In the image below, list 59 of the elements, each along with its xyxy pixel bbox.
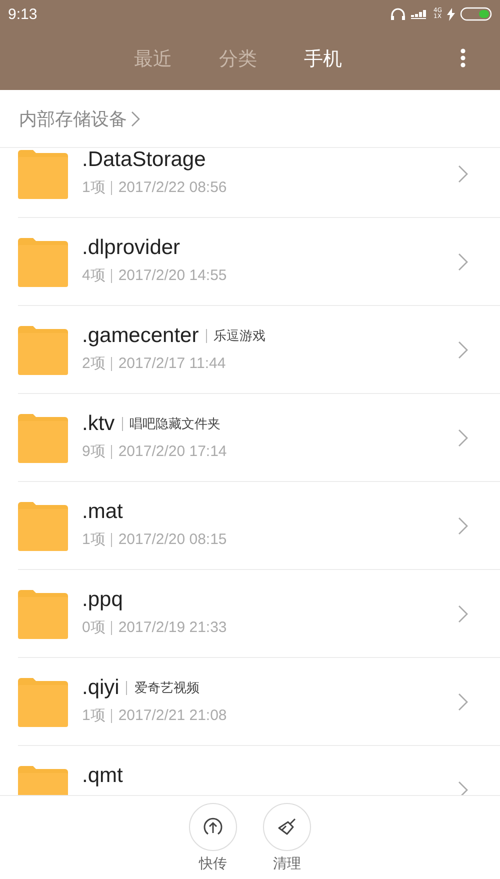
- battery-icon: [460, 7, 492, 21]
- item-count: 1项: [82, 530, 106, 549]
- modified-date: 2017/2/22 08:56: [118, 179, 227, 196]
- item-count: 9项: [82, 442, 106, 461]
- item-count: 2项: [82, 354, 106, 373]
- folder-row[interactable]: .qiyi 爱奇艺视频 1项 2017/2/21 21:08: [18, 658, 500, 746]
- folder-icon: [18, 324, 68, 374]
- more-icon[interactable]: [460, 48, 466, 68]
- folder-row[interactable]: .DataStorage 1项 2017/2/22 08:56: [18, 148, 500, 218]
- folder-icon: [18, 500, 68, 550]
- folder-row[interactable]: .ppq 0项 2017/2/19 21:33: [18, 570, 500, 658]
- folder-label: 唱吧隐藏文件夹: [130, 416, 221, 433]
- upload-icon: [202, 816, 224, 838]
- folder-icon: [18, 588, 68, 638]
- chevron-icon: [458, 780, 468, 795]
- folder-name: .qmt: [82, 764, 123, 788]
- chevron-icon: [458, 428, 468, 446]
- chevron-icon: [458, 516, 468, 534]
- charging-icon: [447, 8, 455, 20]
- folder-name: .ktv: [82, 412, 115, 436]
- folder-icon: [18, 412, 68, 462]
- folder-icon: [18, 236, 68, 286]
- modified-date: 2017/2/19 21:33: [118, 619, 227, 636]
- chevron-icon: [458, 604, 468, 622]
- modified-date: 2017/2/17 11:44: [118, 355, 226, 372]
- item-count: 1项: [82, 706, 106, 725]
- folder-row[interactable]: .mat 1项 2017/2/20 08:15: [18, 482, 500, 570]
- broom-icon: [276, 816, 298, 838]
- chevron-icon: [458, 252, 468, 270]
- folder-name: .gamecenter: [82, 324, 199, 348]
- folder-name: .ppq: [82, 588, 123, 612]
- folder-name: .DataStorage: [82, 148, 206, 172]
- chevron-icon: [458, 164, 468, 182]
- modified-date: 2017/2/20 08:15: [118, 531, 227, 548]
- folder-name: .dlprovider: [82, 236, 180, 260]
- folder-label: 乐逗游戏: [214, 328, 266, 345]
- modified-date: 2017/2/21 21:08: [118, 707, 227, 724]
- folder-name: .mat: [82, 500, 123, 524]
- item-count: 1项: [82, 178, 106, 197]
- headphones-icon: [390, 7, 406, 21]
- folder-name: .qiyi: [82, 676, 120, 700]
- chevron-icon: [131, 110, 140, 126]
- breadcrumb[interactable]: 内部存储设备: [19, 106, 127, 130]
- signal-icon: [410, 9, 429, 19]
- item-count: 0项: [82, 618, 106, 637]
- folder-row[interactable]: .gamecenter 乐逗游戏 2项 2017/2/17 11:44: [18, 306, 500, 394]
- modified-date: 2017/2/20 17:14: [118, 443, 227, 460]
- folder-icon: [18, 676, 68, 726]
- status-time: 9:13: [8, 6, 38, 22]
- folder-row[interactable]: .dlprovider 4项 2017/2/20 14:55: [18, 218, 500, 306]
- chevron-icon: [458, 692, 468, 710]
- folder-row[interactable]: .qmt: [18, 746, 500, 795]
- folder-icon: [18, 148, 68, 198]
- folder-label: 爱奇艺视频: [134, 680, 200, 697]
- modified-date: 2017/2/20 14:55: [118, 267, 227, 284]
- item-count: 4项: [82, 266, 106, 285]
- folder-row[interactable]: .ktv 唱吧隐藏文件夹 9项 2017/2/20 17:14: [18, 394, 500, 482]
- tab[interactable]: 手机: [304, 46, 342, 72]
- chevron-icon: [458, 340, 468, 358]
